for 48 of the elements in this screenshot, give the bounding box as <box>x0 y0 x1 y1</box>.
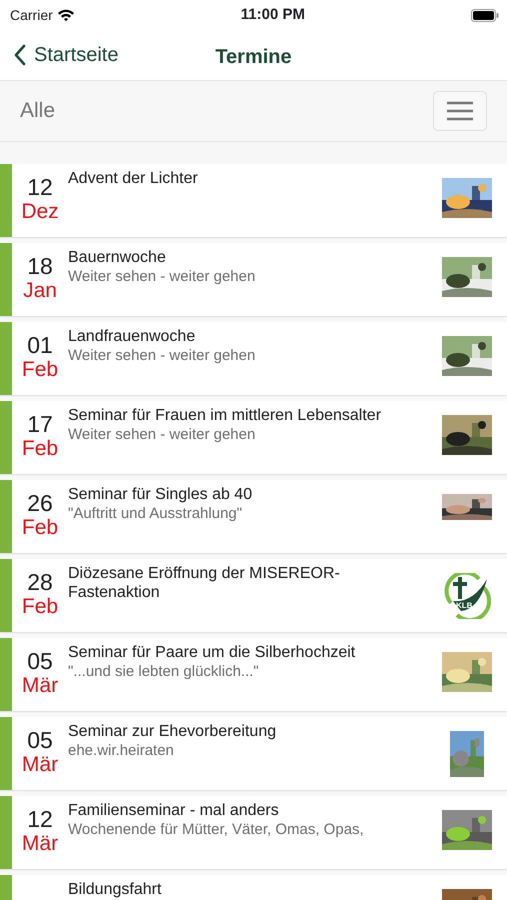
page-title: Termine <box>215 46 292 68</box>
menu-toggle-button[interactable] <box>433 91 487 131</box>
event-day: 05 <box>12 648 68 674</box>
event-title: Diözesane Eröffnung der MISEREOR-Fastenaktion <box>68 564 341 602</box>
event-month: Feb <box>20 516 60 540</box>
event-title: Advent der Lichter <box>68 169 199 188</box>
event-title: Seminar für Paare um die Silberhochzeit <box>68 643 356 662</box>
event-month: Mär <box>20 674 60 698</box>
event-row[interactable]: 12 Dez Advent der Lichter <box>0 164 507 237</box>
event-month: Feb <box>20 437 60 461</box>
filter-label: Alle <box>20 98 56 124</box>
time-label: 11:00 PM <box>240 4 305 25</box>
event-month: Mär <box>20 832 60 856</box>
event-subtitle: Weiter sehen - weiter gehen <box>68 346 256 365</box>
event-day: 05 <box>12 727 68 753</box>
event-title: Seminar zur Ehevorbereitung <box>68 722 278 741</box>
battery-icon <box>471 8 499 22</box>
event-title: Seminar für Singles ab 40 <box>68 485 254 504</box>
event-day: 18 <box>12 253 68 279</box>
back-chevron-icon <box>14 44 26 66</box>
event-subtitle: "Auftritt und Ausstrahlung" <box>68 504 244 523</box>
event-title: Seminar für Frauen im mittleren Lebensalter <box>68 406 382 425</box>
back-button[interactable]: Startseite <box>0 40 118 70</box>
event-day: 28 <box>12 569 68 595</box>
event-day: 17 <box>12 411 68 437</box>
event-title: Familienseminar - mal anders <box>68 801 280 820</box>
event-month: Jan <box>22 279 58 303</box>
event-subtitle: Weiter sehen - weiter gehen <box>68 267 256 286</box>
menu-icon <box>446 101 474 121</box>
event-subtitle: Wochenende für Mütter, Väter, Omas, Opas, <box>68 820 365 839</box>
wifi-icon <box>56 8 75 22</box>
event-day: 12 <box>12 174 68 200</box>
event-title: Bildungsfahrt <box>68 880 162 899</box>
event-day: 12 <box>12 806 68 832</box>
event-subtitle: Weiter sehen - weiter gehen <box>68 425 256 444</box>
event-month: Feb <box>20 595 60 619</box>
event-title: Bauernwoche <box>68 248 167 267</box>
event-month: Mär <box>20 753 60 777</box>
event-title: Landfrauenwoche <box>68 327 196 346</box>
event-day: 26 <box>12 490 68 516</box>
event-month: Feb <box>20 358 60 382</box>
event-row[interactable]: Bildungsfahrt <box>0 875 507 900</box>
event-month: Dez <box>20 200 60 224</box>
logo: KLB <box>443 573 491 619</box>
event-subtitle: "...und sie lebten glücklich..." <box>68 662 260 681</box>
event-day: 01 <box>12 332 68 358</box>
event-subtitle: ehe.wir.heiraten <box>68 741 175 760</box>
carrier-label: Carrier <box>10 6 53 24</box>
